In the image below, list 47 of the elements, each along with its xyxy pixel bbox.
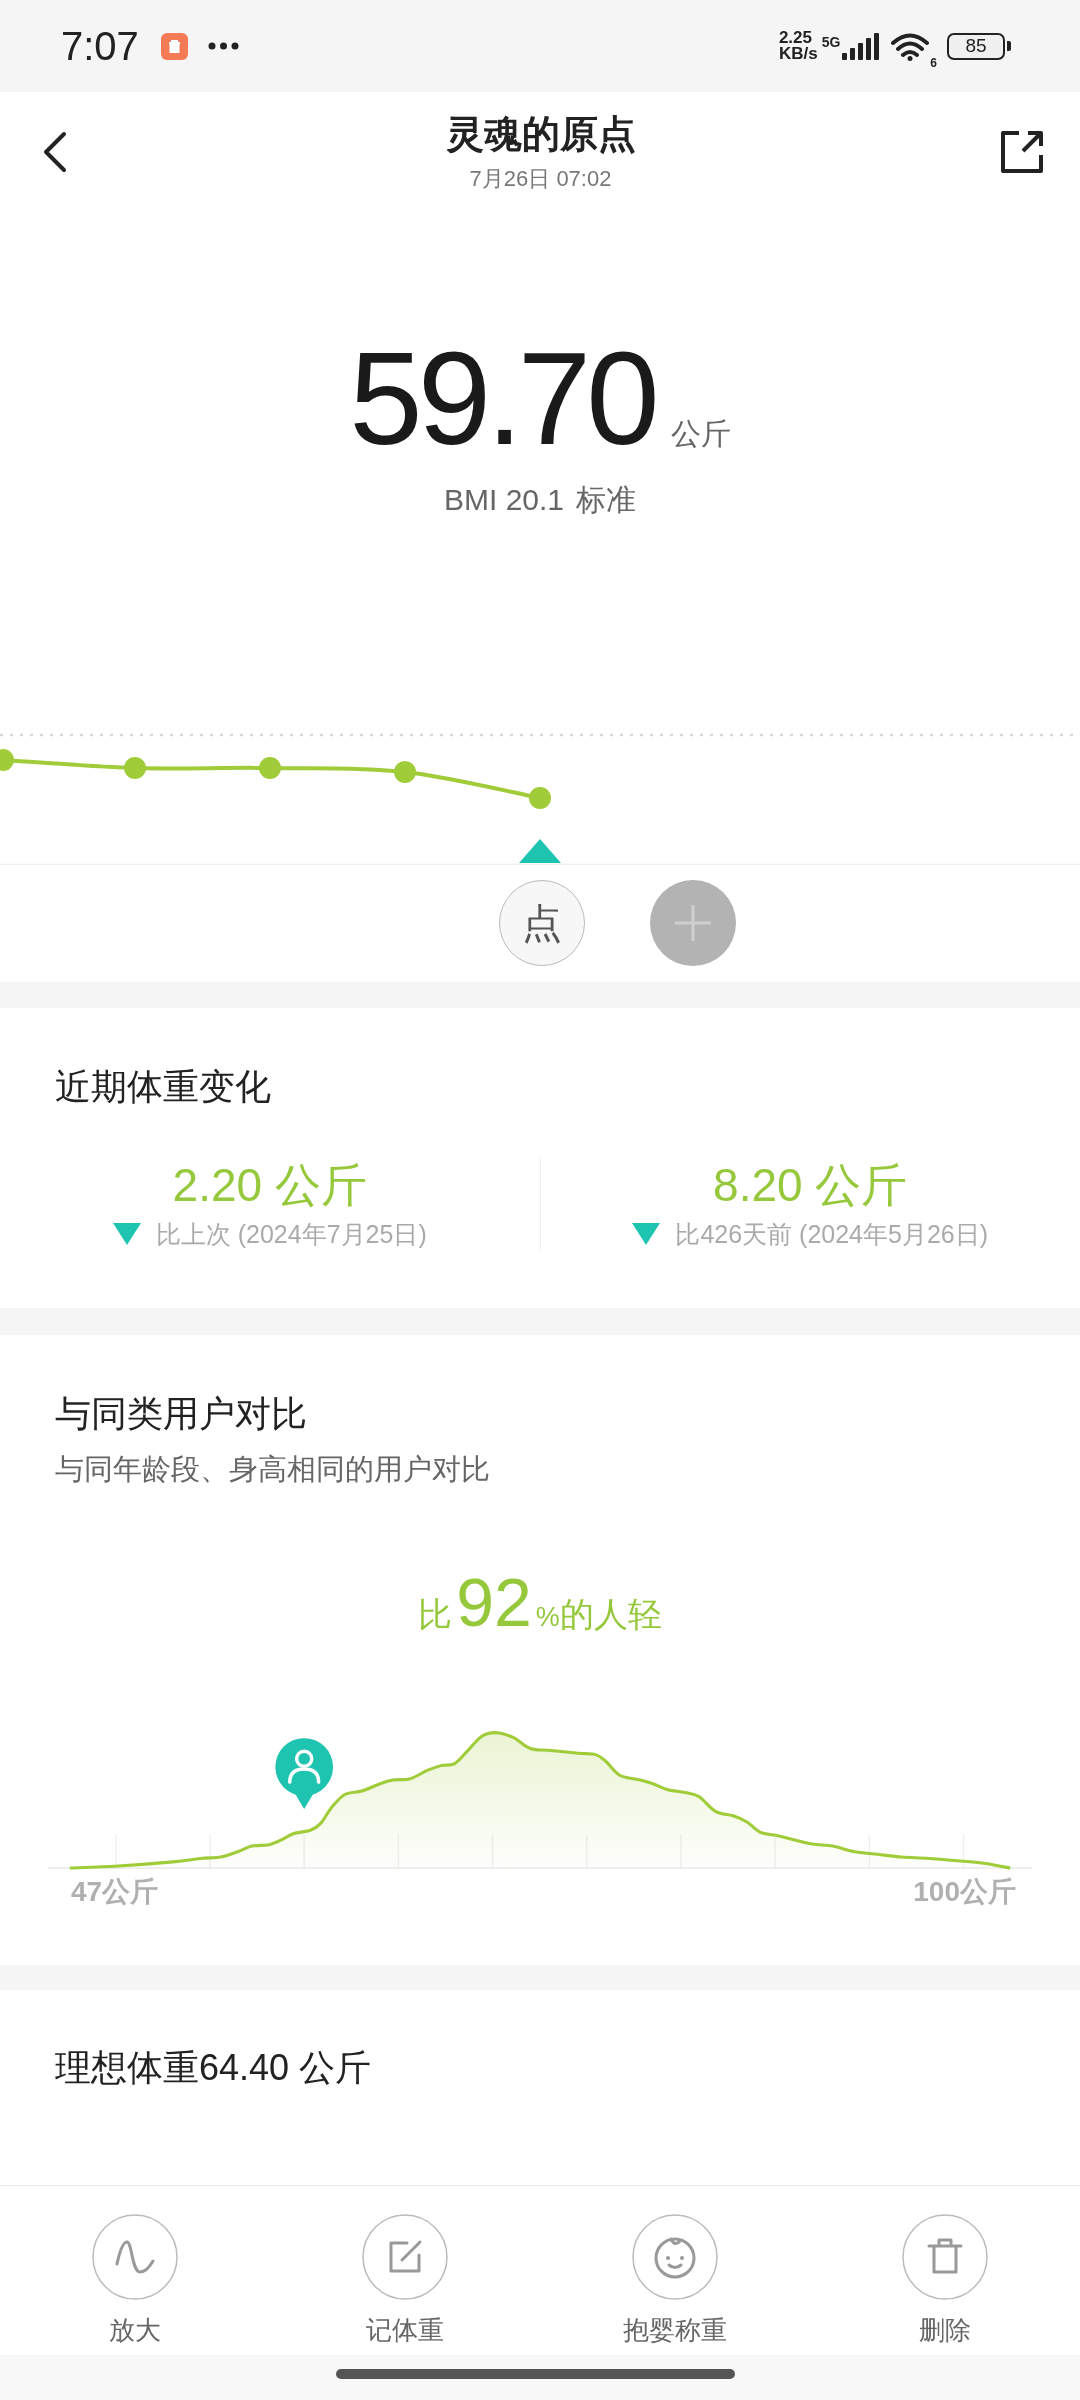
toolbar-button[interactable]: 删除 [810, 2186, 1080, 2355]
share-icon [999, 129, 1045, 175]
signal-icon [842, 32, 881, 60]
axis-min-label: 47公斤 [71, 1875, 159, 1909]
toolbar-button[interactable]: 抱婴称重 [540, 2186, 810, 2355]
network-speed: 2.25 [778, 30, 812, 46]
status-time: 7:07 [61, 23, 139, 69]
data-point[interactable] [529, 787, 551, 809]
weight-change-value: 8.20 公斤 [713, 1158, 908, 1213]
weight-value: 59.70 [349, 333, 655, 465]
plus-icon [673, 903, 713, 943]
weight-change-note: 比426天前 (2024年5月26日) [675, 1219, 989, 1250]
section-title: 近期体重变化 [55, 1065, 272, 1109]
section-subtitle: 与同年龄段、身高相同的用户对比 [55, 1452, 491, 1487]
network-speed-unit: KB/s [778, 46, 818, 62]
app-notification-icon [160, 32, 188, 60]
baby-face-icon [632, 2214, 718, 2300]
page-title: 灵魂的原点 [445, 112, 636, 157]
more-dots-icon [207, 42, 239, 50]
comparison-result: 比 92%的人轻 [417, 1568, 663, 1636]
measurement-time: 7月26日 07:02 [469, 165, 612, 193]
network-type: 5G [821, 34, 841, 50]
wifi-version: 6 [930, 56, 937, 70]
axis-max-label: 100公斤 [913, 1875, 1016, 1909]
weight-unit: 公斤 [670, 416, 731, 452]
bmi-value: BMI 20.1 [443, 482, 565, 518]
toolbar-button[interactable]: 记体重 [270, 2186, 540, 2355]
data-point[interactable] [394, 761, 416, 783]
weight-change-note: 比上次 (2024年7月25日) [155, 1219, 427, 1250]
battery-indicator: 85 [947, 32, 1011, 60]
edit-icon [362, 2214, 448, 2300]
data-point[interactable] [124, 757, 146, 779]
home-indicator[interactable] [335, 2369, 735, 2379]
back-icon [42, 131, 68, 173]
toolbar-button[interactable]: 放大 [0, 2186, 270, 2355]
section-title: 与同类用户对比 [55, 1392, 308, 1436]
wifi-icon [890, 31, 931, 61]
point-view-button[interactable]: 点 [499, 880, 585, 966]
data-point[interactable] [259, 757, 281, 779]
data-point[interactable] [0, 749, 14, 771]
bmi-status: 标准 [576, 482, 637, 518]
ideal-weight: 理想体重64.40 公斤 [55, 2046, 373, 2090]
delete-icon [902, 2214, 988, 2300]
wave-icon [92, 2214, 178, 2300]
person-pin-icon [275, 1738, 334, 1809]
share-button[interactable] [999, 129, 1045, 175]
weight-change-value: 2.20 公斤 [172, 1158, 367, 1213]
